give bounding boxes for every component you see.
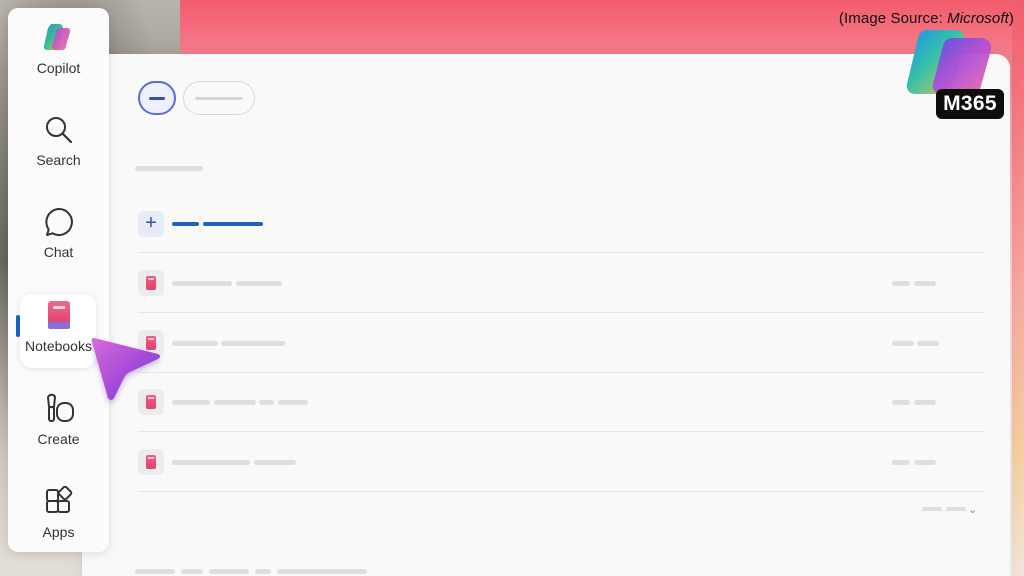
notebook-title-placeholder[interactable] — [259, 400, 274, 405]
chat-bubble-icon — [44, 208, 73, 236]
notebook-icon — [47, 301, 70, 329]
copilot-logo-icon — [43, 24, 70, 51]
filter-pill-active[interactable] — [138, 81, 176, 115]
sidebar-item-label: Chat — [43, 244, 74, 260]
section-placeholder — [277, 569, 367, 574]
divider — [138, 372, 984, 373]
sidebar-item-chat[interactable]: Chat — [8, 206, 109, 286]
sidebar-item-copilot[interactable]: Copilot — [8, 20, 109, 100]
divider — [138, 491, 984, 492]
plus-icon: + — [145, 212, 157, 234]
show-more-placeholder[interactable] — [946, 507, 966, 511]
notebooks-main-panel: + ⌄ — [82, 54, 1010, 576]
chevron-down-icon[interactable]: ⌄ — [968, 503, 977, 516]
notebook-title-placeholder[interactable] — [254, 460, 296, 465]
background-gradient-edge — [1012, 0, 1024, 576]
m365-badge: M365 — [936, 89, 1004, 119]
notebook-date-placeholder — [914, 281, 936, 286]
notebook-icon — [146, 455, 156, 469]
notebook-icon — [146, 276, 156, 290]
create-brush-icon — [46, 393, 74, 422]
pointer-cursor-icon — [91, 338, 160, 400]
notebook-date-placeholder — [914, 400, 936, 405]
notebook-date-placeholder — [892, 400, 910, 405]
notebook-row-icon — [138, 449, 164, 475]
divider — [138, 431, 984, 432]
section-placeholder — [135, 569, 175, 574]
sidebar-item-label: Search — [36, 152, 81, 168]
notebook-date-placeholder — [892, 341, 914, 346]
sidebar-item-search[interactable]: Search — [8, 114, 109, 194]
notebook-title-placeholder[interactable] — [172, 341, 218, 346]
sidebar-item-label: Copilot — [36, 60, 81, 76]
notebook-title-placeholder[interactable] — [172, 460, 250, 465]
apps-grid-icon — [45, 486, 72, 513]
search-icon — [45, 117, 72, 144]
section-placeholder — [255, 569, 271, 574]
notebook-row-icon — [138, 270, 164, 296]
notebook-title-placeholder[interactable] — [278, 400, 308, 405]
notebook-title-placeholder[interactable] — [172, 281, 232, 286]
sidebar-item-label: Apps — [42, 524, 75, 540]
notebook-date-placeholder — [917, 341, 939, 346]
section-placeholder — [181, 569, 203, 574]
section-heading-placeholder — [135, 166, 203, 171]
divider — [138, 312, 984, 313]
notebook-title-placeholder[interactable] — [236, 281, 282, 286]
app-sidebar: Copilot Search Chat Notebooks Create App… — [8, 8, 109, 552]
notebook-date-placeholder — [892, 281, 910, 286]
section-placeholder — [209, 569, 249, 574]
new-notebook-label-placeholder[interactable] — [172, 222, 199, 226]
new-notebook-button[interactable]: + — [138, 211, 164, 237]
new-notebook-label-placeholder[interactable] — [203, 222, 263, 226]
notebook-title-placeholder[interactable] — [221, 341, 285, 346]
active-indicator — [16, 315, 20, 337]
notebook-title-placeholder[interactable] — [214, 400, 256, 405]
notebook-date-placeholder — [914, 460, 936, 465]
sidebar-item-label: Notebooks — [25, 338, 92, 354]
sidebar-item-label: Create — [37, 431, 80, 447]
filter-pill[interactable] — [183, 81, 255, 115]
notebook-date-placeholder — [892, 460, 910, 465]
sidebar-item-apps[interactable]: Apps — [8, 486, 109, 566]
notebook-title-placeholder[interactable] — [172, 400, 210, 405]
divider — [138, 252, 984, 253]
show-more-placeholder[interactable] — [922, 507, 942, 511]
